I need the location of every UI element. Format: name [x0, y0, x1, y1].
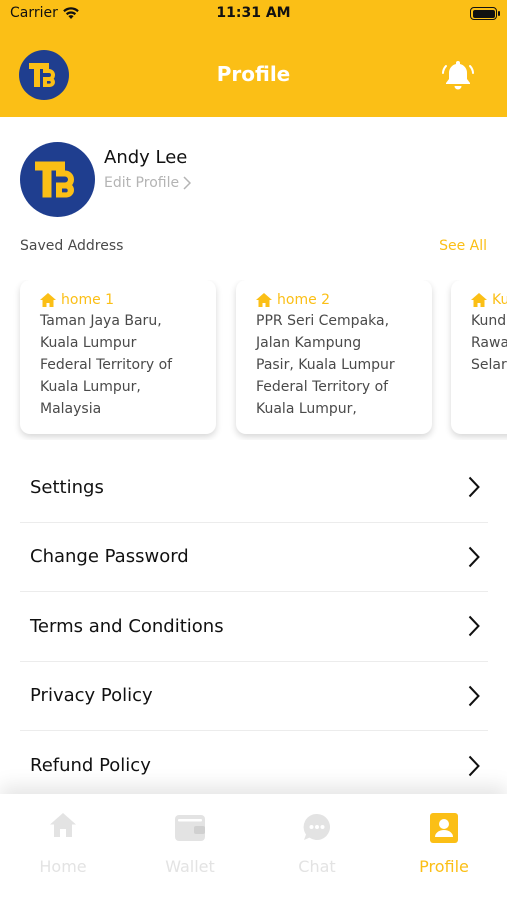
tab-bar: Home Wallet Chat Profile: [0, 794, 507, 900]
status-bar: Carrier 11:31 AM: [0, 0, 507, 30]
home-icon: [256, 293, 272, 307]
menu-item-change-password[interactable]: Change Password: [20, 523, 488, 592]
menu-item-label: Privacy Policy: [30, 685, 153, 707]
chevron-right-icon: [183, 176, 192, 190]
chevron-right-icon: [468, 755, 480, 776]
menu-item-label: Settings: [30, 476, 104, 498]
address-text: Taman Jaya Baru, Kuala Lumpur Federal Te…: [40, 313, 173, 417]
avatar[interactable]: [20, 142, 95, 217]
home-icon: [471, 293, 487, 307]
tab-wallet[interactable]: Wallet: [127, 794, 253, 900]
address-card[interactable]: home 2 PPR Seri Cempaka, Jalan Kampung P…: [236, 280, 432, 434]
profile-menu: Settings Change Password Terms and Condi…: [20, 453, 488, 801]
menu-item-label: Refund Policy: [30, 755, 151, 777]
saved-address-label: Saved Address: [20, 238, 124, 254]
address-carousel[interactable]: home 1 Taman Jaya Baru, Kuala Lumpur Fed…: [0, 280, 507, 440]
address-card-title: Ku: [471, 292, 507, 308]
chevron-right-icon: [468, 477, 480, 498]
menu-item-settings[interactable]: Settings: [20, 453, 488, 523]
edit-profile-label: Edit Profile: [104, 175, 180, 191]
menu-item-terms[interactable]: Terms and Conditions: [20, 592, 488, 662]
status-time: 11:31 AM: [216, 5, 291, 21]
address-text: PPR Seri Cempaka, Jalan Kampung Pasir, K…: [256, 313, 395, 417]
home-icon: [50, 813, 76, 837]
chevron-right-icon: [468, 546, 480, 567]
chat-icon: [303, 813, 331, 840]
page-title: Profile: [216, 62, 291, 86]
tab-label: Wallet: [165, 857, 215, 876]
tab-label: Profile: [419, 857, 469, 876]
address-card-title: home 1: [40, 292, 208, 308]
profile-icon: [430, 813, 458, 843]
tab-label: Home: [39, 857, 87, 876]
address-name: home 2: [277, 292, 331, 308]
menu-item-label: Change Password: [30, 546, 189, 568]
home-icon: [40, 293, 56, 307]
menu-item-label: Terms and Conditions: [30, 615, 224, 637]
tab-home[interactable]: Home: [0, 794, 126, 900]
address-name: Ku: [492, 292, 507, 308]
address-text: Kund Rawa Selar: [471, 313, 507, 373]
address-card[interactable]: home 1 Taman Jaya Baru, Kuala Lumpur Fed…: [20, 280, 216, 434]
tab-label: Chat: [298, 857, 336, 876]
tab-chat[interactable]: Chat: [254, 794, 380, 900]
wallet-icon: [175, 815, 205, 841]
chevron-right-icon: [468, 616, 480, 637]
edit-profile-link[interactable]: Edit Profile: [104, 175, 192, 191]
address-card[interactable]: Ku Kund Rawa Selar: [451, 280, 507, 434]
battery-icon: [470, 7, 500, 20]
menu-item-refund-policy[interactable]: Refund Policy: [20, 731, 488, 801]
notification-bell-icon[interactable]: [440, 57, 476, 93]
see-all-link[interactable]: See All: [439, 238, 487, 254]
address-card-title: home 2: [256, 292, 424, 308]
app-header: Carrier 11:31 AM Profile: [0, 0, 507, 117]
menu-item-privacy-policy[interactable]: Privacy Policy: [20, 662, 488, 731]
address-name: home 1: [61, 292, 115, 308]
user-name: Andy Lee: [104, 147, 188, 168]
tab-profile[interactable]: Profile: [381, 794, 507, 900]
chevron-right-icon: [468, 685, 480, 706]
